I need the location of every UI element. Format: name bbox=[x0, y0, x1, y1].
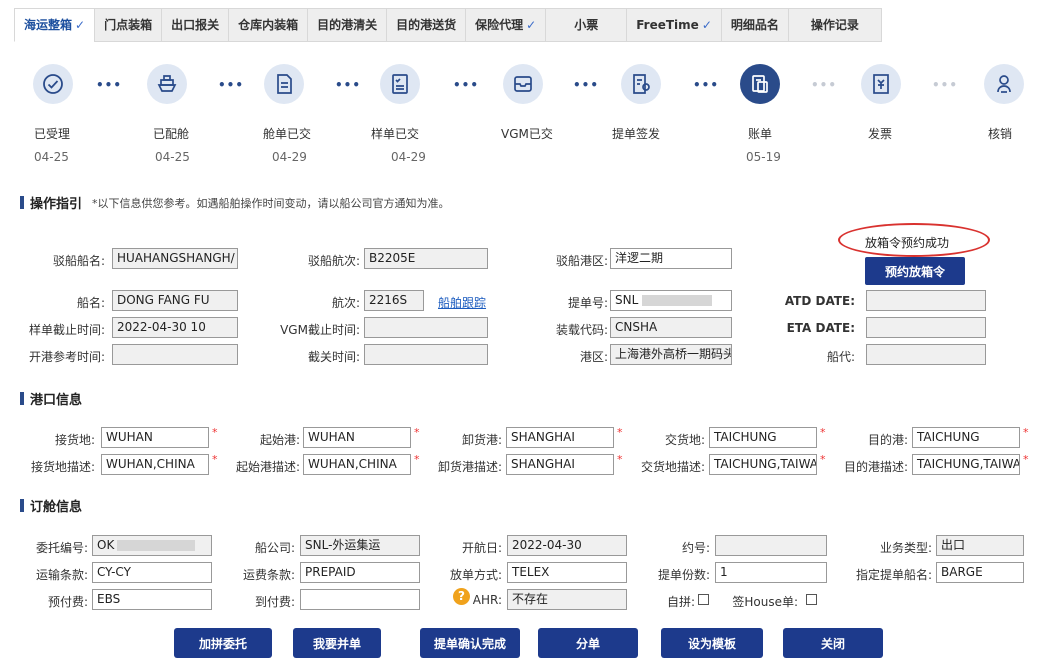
release-status: 放箱令预约成功 bbox=[865, 236, 950, 250]
check-icon: ✓ bbox=[701, 18, 712, 32]
step-date: 05-19 bbox=[746, 150, 781, 164]
receipt-desc-field[interactable]: WUHAN,CHINA bbox=[101, 454, 209, 475]
tab-freetime[interactable]: FreeTime ✓ bbox=[626, 8, 721, 42]
redacted-block bbox=[117, 540, 196, 551]
step-label: VGM已交 bbox=[501, 127, 553, 141]
tab-dest-clearance[interactable]: 目的港清关 bbox=[307, 8, 387, 42]
eta-date-field[interactable] bbox=[866, 317, 986, 338]
tab-dest-delivery[interactable]: 目的港送货 bbox=[386, 8, 466, 42]
tab-operation-log[interactable]: 操作记录 bbox=[787, 8, 882, 42]
contract-number-field[interactable] bbox=[715, 535, 827, 556]
question-help-icon[interactable]: ? bbox=[453, 588, 470, 605]
destination-desc-field[interactable]: TAICHUNG,TAIWA bbox=[912, 454, 1020, 475]
atd-date-field[interactable] bbox=[866, 290, 986, 311]
step-label: 账单 bbox=[748, 127, 773, 141]
ahr-field[interactable]: 不存在 bbox=[507, 589, 627, 610]
step-label: 样单已交 bbox=[371, 127, 420, 141]
ship-agent-field[interactable] bbox=[866, 344, 986, 365]
step-date: 04-29 bbox=[272, 150, 307, 164]
pol-field[interactable]: WUHAN bbox=[303, 427, 411, 448]
open-reference-field[interactable] bbox=[112, 344, 238, 365]
confirm-bl-button[interactable]: 提单确认完成 bbox=[420, 628, 520, 658]
step-date: 04-29 bbox=[391, 150, 426, 164]
ledger-icon bbox=[740, 64, 780, 104]
bl-copies-field[interactable]: 1 bbox=[715, 562, 827, 583]
pod-desc-field[interactable]: SHANGHAI bbox=[506, 454, 614, 475]
customs-cutoff-field[interactable] bbox=[364, 344, 488, 365]
step-label: 核销 bbox=[988, 127, 1013, 141]
release-method-field[interactable]: TELEX bbox=[507, 562, 627, 583]
document-icon bbox=[264, 64, 304, 104]
tab-sea-fcl[interactable]: 海运整箱 ✓ bbox=[14, 8, 95, 42]
guide-note: *以下信息供您参考。如遇船舶操作时间变动，请以船公司官方通知为准。 bbox=[92, 196, 450, 210]
redacted-block bbox=[642, 295, 713, 306]
port-area-field[interactable]: 上海港外高桥一期码头 bbox=[610, 344, 732, 365]
tab-ticket[interactable]: 小票 bbox=[545, 8, 627, 42]
pod-field[interactable]: SHANGHAI bbox=[506, 427, 614, 448]
tab-export-customs[interactable]: 出口报关 bbox=[161, 8, 229, 42]
close-button[interactable]: 关闭 bbox=[783, 628, 883, 658]
bl-number-field[interactable]: SNL bbox=[610, 290, 732, 311]
reserve-release-button[interactable]: 预约放箱令 bbox=[865, 257, 965, 285]
check-icon: ✓ bbox=[75, 18, 86, 32]
section-title-guide: 操作指引 *以下信息供您参考。如遇船舶操作时间变动，请以船公司官方通知为准。 bbox=[20, 193, 450, 212]
sailing-date-field[interactable]: 2022-04-30 bbox=[507, 535, 627, 556]
house-bill-checkbox[interactable] bbox=[806, 594, 817, 605]
vessel-field[interactable]: DONG FANG FU bbox=[112, 290, 238, 311]
bill-stamp-icon bbox=[621, 64, 661, 104]
writeoff-icon bbox=[984, 64, 1024, 104]
delivery-place-field[interactable]: TAICHUNG bbox=[709, 427, 817, 448]
barge-vessel-field[interactable]: HUAHANGSHANGH/ bbox=[112, 248, 238, 269]
section-title-booking: 订舱信息 bbox=[20, 496, 82, 515]
vessel-tracking-link[interactable]: 船舶跟踪 bbox=[438, 294, 486, 311]
destination-field[interactable]: TAICHUNG bbox=[912, 427, 1020, 448]
step-label: 舱单已交 bbox=[263, 127, 312, 141]
carrier-field[interactable]: SNL-外运集运 bbox=[300, 535, 420, 556]
freight-terms-field[interactable]: PREPAID bbox=[300, 562, 420, 583]
check-circle-icon bbox=[33, 64, 73, 104]
step-label: 已受理 bbox=[34, 127, 71, 141]
receipt-place-field[interactable]: WUHAN bbox=[101, 427, 209, 448]
transport-terms-field[interactable]: CY-CY bbox=[92, 562, 212, 583]
prepaid-fee-field[interactable]: EBS bbox=[92, 589, 212, 610]
ship-icon bbox=[147, 64, 187, 104]
delivery-desc-field[interactable]: TAICHUNG,TAIWA bbox=[709, 454, 817, 475]
bl-vessel-name-field[interactable]: BARGE bbox=[936, 562, 1024, 583]
step-label: 已配舱 bbox=[153, 127, 190, 141]
pol-desc-field[interactable]: WUHAN,CHINA bbox=[303, 454, 411, 475]
voyage-field[interactable]: 2216S bbox=[364, 290, 424, 311]
combine-order-button[interactable]: 加拼委托 bbox=[174, 628, 272, 658]
tray-icon bbox=[503, 64, 543, 104]
collect-fee-field[interactable] bbox=[300, 589, 420, 610]
section-title-port: 港口信息 bbox=[20, 389, 82, 408]
sample-cutoff-field[interactable]: 2022-04-30 10 bbox=[112, 317, 238, 338]
vgm-cutoff-field[interactable] bbox=[364, 317, 488, 338]
checklist-icon bbox=[380, 64, 420, 104]
split-order-button[interactable]: 分单 bbox=[538, 628, 638, 658]
step-date: 04-25 bbox=[34, 150, 69, 164]
tab-warehouse-loading[interactable]: 仓库内装箱 bbox=[228, 8, 308, 42]
business-type-field[interactable]: 出口 bbox=[936, 535, 1024, 556]
barge-area-field[interactable]: 洋逻二期 bbox=[610, 248, 732, 269]
merge-order-button[interactable]: 我要并单 bbox=[293, 628, 381, 658]
step-date: 04-25 bbox=[155, 150, 190, 164]
invoice-icon bbox=[861, 64, 901, 104]
tab-insurance[interactable]: 保险代理 ✓ bbox=[465, 8, 546, 42]
barge-voyage-field[interactable]: B2205E bbox=[364, 248, 488, 269]
tab-bar: 海运整箱 ✓ 门点装箱 出口报关 仓库内装箱 目的港清关 目的港送货 保险代理 ✓ … bbox=[14, 8, 882, 42]
self-consolidate-checkbox[interactable] bbox=[698, 594, 709, 605]
step-label: 发票 bbox=[868, 127, 893, 141]
order-number-field[interactable]: OK bbox=[92, 535, 212, 556]
tab-door-loading[interactable]: 门点装箱 bbox=[94, 8, 162, 42]
save-template-button[interactable]: 设为模板 bbox=[661, 628, 763, 658]
check-icon: ✓ bbox=[526, 18, 537, 32]
tab-item-detail[interactable]: 明细品名 bbox=[720, 8, 788, 42]
step-label: 提单签发 bbox=[612, 127, 661, 141]
load-code-field[interactable]: CNSHA bbox=[610, 317, 732, 338]
